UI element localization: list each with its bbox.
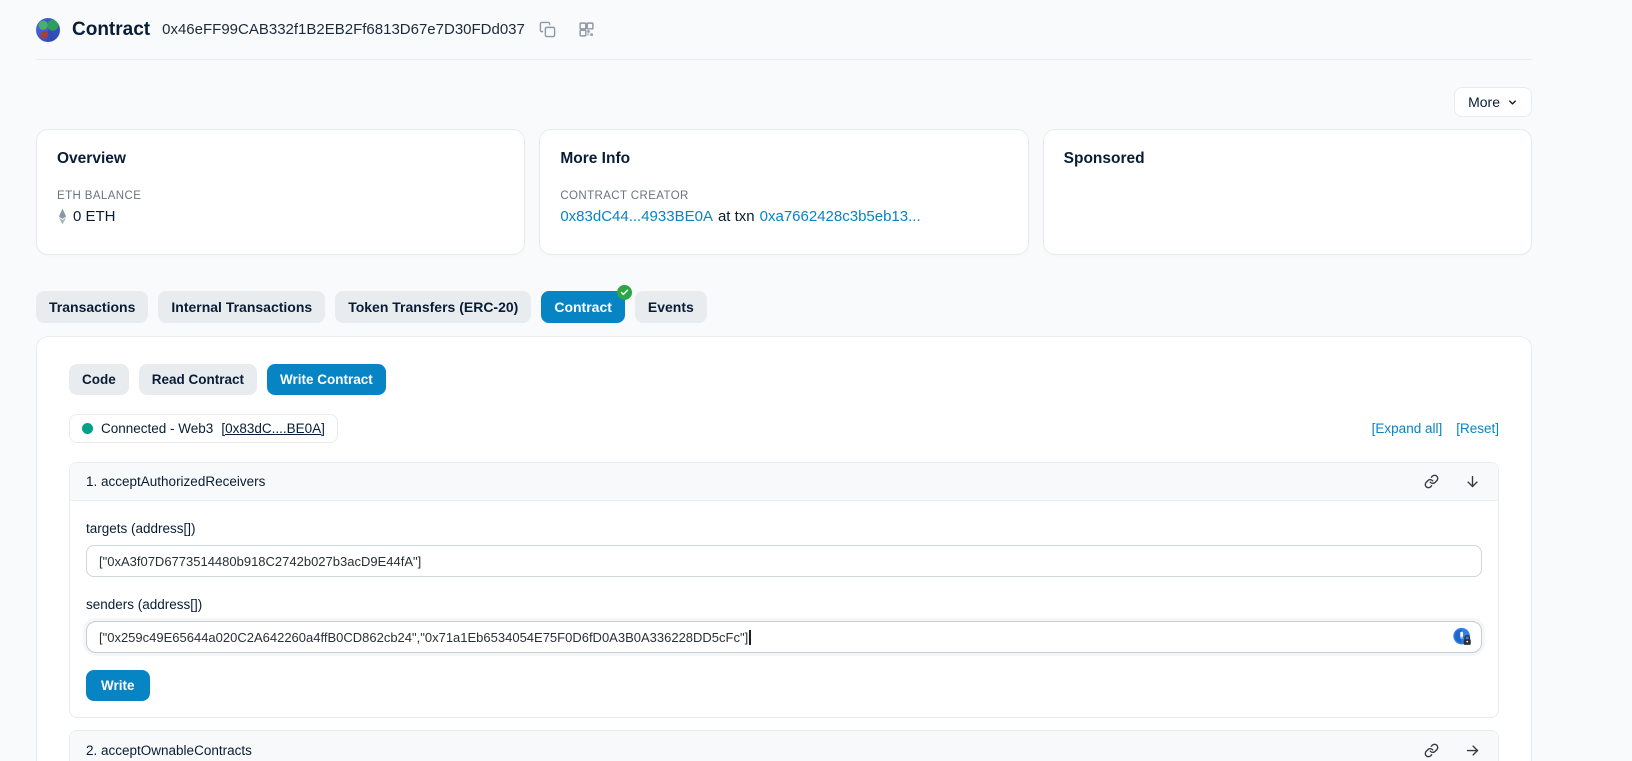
overview-card-title: Overview xyxy=(57,150,504,168)
targets-field-label: targets (address[]) xyxy=(86,521,1482,536)
contract-panel: Code Read Contract Write Contract Connec… xyxy=(36,336,1532,761)
function-2-expand-button[interactable] xyxy=(1463,741,1482,760)
contract-creator-label: CONTRACT CREATOR xyxy=(560,190,1007,202)
status-row: Connected - Web3 [0x83dC....BE0A] [Expan… xyxy=(69,414,1499,443)
write-button[interactable]: Write xyxy=(86,670,150,701)
text-caret xyxy=(749,630,751,645)
reset-link[interactable]: [Reset] xyxy=(1456,421,1499,436)
targets-field: targets (address[]) ["0xA3f07D6773514480… xyxy=(86,521,1482,577)
arrow-down-icon xyxy=(1465,474,1480,489)
main-tabs: Transactions Internal Transactions Token… xyxy=(36,291,1532,323)
qr-code-button[interactable] xyxy=(576,19,597,40)
link-chain-icon xyxy=(1424,743,1439,758)
page-container: Contract 0x46eFF99CAB332f1B2EB2Ff6813D67… xyxy=(36,0,1532,761)
contract-header: Contract 0x46eFF99CAB332f1B2EB2Ff6813D67… xyxy=(36,0,1532,60)
connection-status-text: Connected - Web3 xyxy=(101,421,213,436)
check-badge-icon xyxy=(617,285,632,300)
tab-contract[interactable]: Contract xyxy=(541,291,625,323)
chevron-down-icon xyxy=(1507,97,1518,108)
function-1-anchor-button[interactable] xyxy=(1422,472,1441,491)
tab-token-transfers[interactable]: Token Transfers (ERC-20) xyxy=(335,291,531,323)
creation-txn-link[interactable]: 0xa7662428c3b5eb13... xyxy=(760,208,921,225)
senders-field: senders (address[]) ["0x259c49E65644a020… xyxy=(86,597,1482,653)
senders-input[interactable]: ["0x259c49E65644a020C2A642260a4ffB0CD862… xyxy=(86,621,1482,653)
function-2-anchor-button[interactable] xyxy=(1422,741,1441,760)
function-1-header[interactable]: 1. acceptAuthorizedReceivers xyxy=(70,463,1498,501)
subtab-write-contract[interactable]: Write Contract xyxy=(267,364,386,395)
more-button[interactable]: More xyxy=(1454,87,1532,117)
contract-address: 0x46eFF99CAB332f1B2EB2Ff6813D67e7D30FDd0… xyxy=(162,21,525,38)
function-2-header[interactable]: 2. acceptOwnableContracts xyxy=(70,731,1498,761)
sponsored-card-title: Sponsored xyxy=(1064,150,1511,168)
eth-balance-label: ETH BALANCE xyxy=(57,190,504,202)
function-1-collapse-button[interactable] xyxy=(1463,472,1482,491)
link-chain-icon xyxy=(1424,474,1439,489)
1password-lock-icon[interactable] xyxy=(1452,627,1473,648)
more-info-card: More Info CONTRACT CREATOR 0x83dC44...49… xyxy=(539,129,1028,255)
tab-internal-transactions[interactable]: Internal Transactions xyxy=(158,291,325,323)
targets-input[interactable]: ["0xA3f07D6773514480b918C2742b027b3acD9E… xyxy=(86,545,1482,577)
senders-field-label: senders (address[]) xyxy=(86,597,1482,612)
contract-subtabs: Code Read Contract Write Contract xyxy=(69,364,1499,395)
toolbar-row: More xyxy=(36,87,1532,117)
targets-input-value: ["0xA3f07D6773514480b918C2742b027b3acD9E… xyxy=(99,554,421,569)
eth-diamond-icon xyxy=(57,208,68,225)
green-dot-icon xyxy=(82,423,93,434)
more-button-label: More xyxy=(1468,94,1500,110)
function-accordion-2: 2. acceptOwnableContracts xyxy=(69,730,1499,761)
connected-address-link[interactable]: [0x83dC....BE0A] xyxy=(221,421,325,436)
function-1-title: 1. acceptAuthorizedReceivers xyxy=(86,474,265,489)
senders-input-value: ["0x259c49E65644a020C2A642260a4ffB0CD862… xyxy=(99,630,748,645)
wallet-connection-status: Connected - Web3 [0x83dC....BE0A] xyxy=(69,414,338,443)
eth-balance-value: 0 ETH xyxy=(73,208,116,225)
expand-all-link[interactable]: [Expand all] xyxy=(1372,421,1443,436)
tab-transactions[interactable]: Transactions xyxy=(36,291,148,323)
overview-card: Overview ETH BALANCE 0 ETH xyxy=(36,129,525,255)
creator-address-link[interactable]: 0x83dC44...4933BE0A xyxy=(560,208,713,225)
copy-address-button[interactable] xyxy=(537,19,558,40)
function-accordion-1: 1. acceptAuthorizedReceivers xyxy=(69,462,1499,718)
info-cards: Overview ETH BALANCE 0 ETH More Info CON… xyxy=(36,129,1532,255)
tab-events[interactable]: Events xyxy=(635,291,707,323)
subtab-read-contract[interactable]: Read Contract xyxy=(139,364,257,395)
qr-code-icon xyxy=(578,21,595,38)
subtab-code[interactable]: Code xyxy=(69,364,129,395)
function-1-body: targets (address[]) ["0xA3f07D6773514480… xyxy=(70,501,1498,717)
contract-identicon-avatar xyxy=(36,18,60,42)
creator-connector-text: at txn xyxy=(718,208,755,225)
function-2-title: 2. acceptOwnableContracts xyxy=(86,743,252,758)
sponsored-card: Sponsored xyxy=(1043,129,1532,255)
copy-icon xyxy=(539,21,556,38)
page-title: Contract xyxy=(72,19,150,41)
tab-contract-label: Contract xyxy=(554,299,612,315)
more-info-card-title: More Info xyxy=(560,150,1007,168)
arrow-right-icon xyxy=(1465,743,1480,758)
